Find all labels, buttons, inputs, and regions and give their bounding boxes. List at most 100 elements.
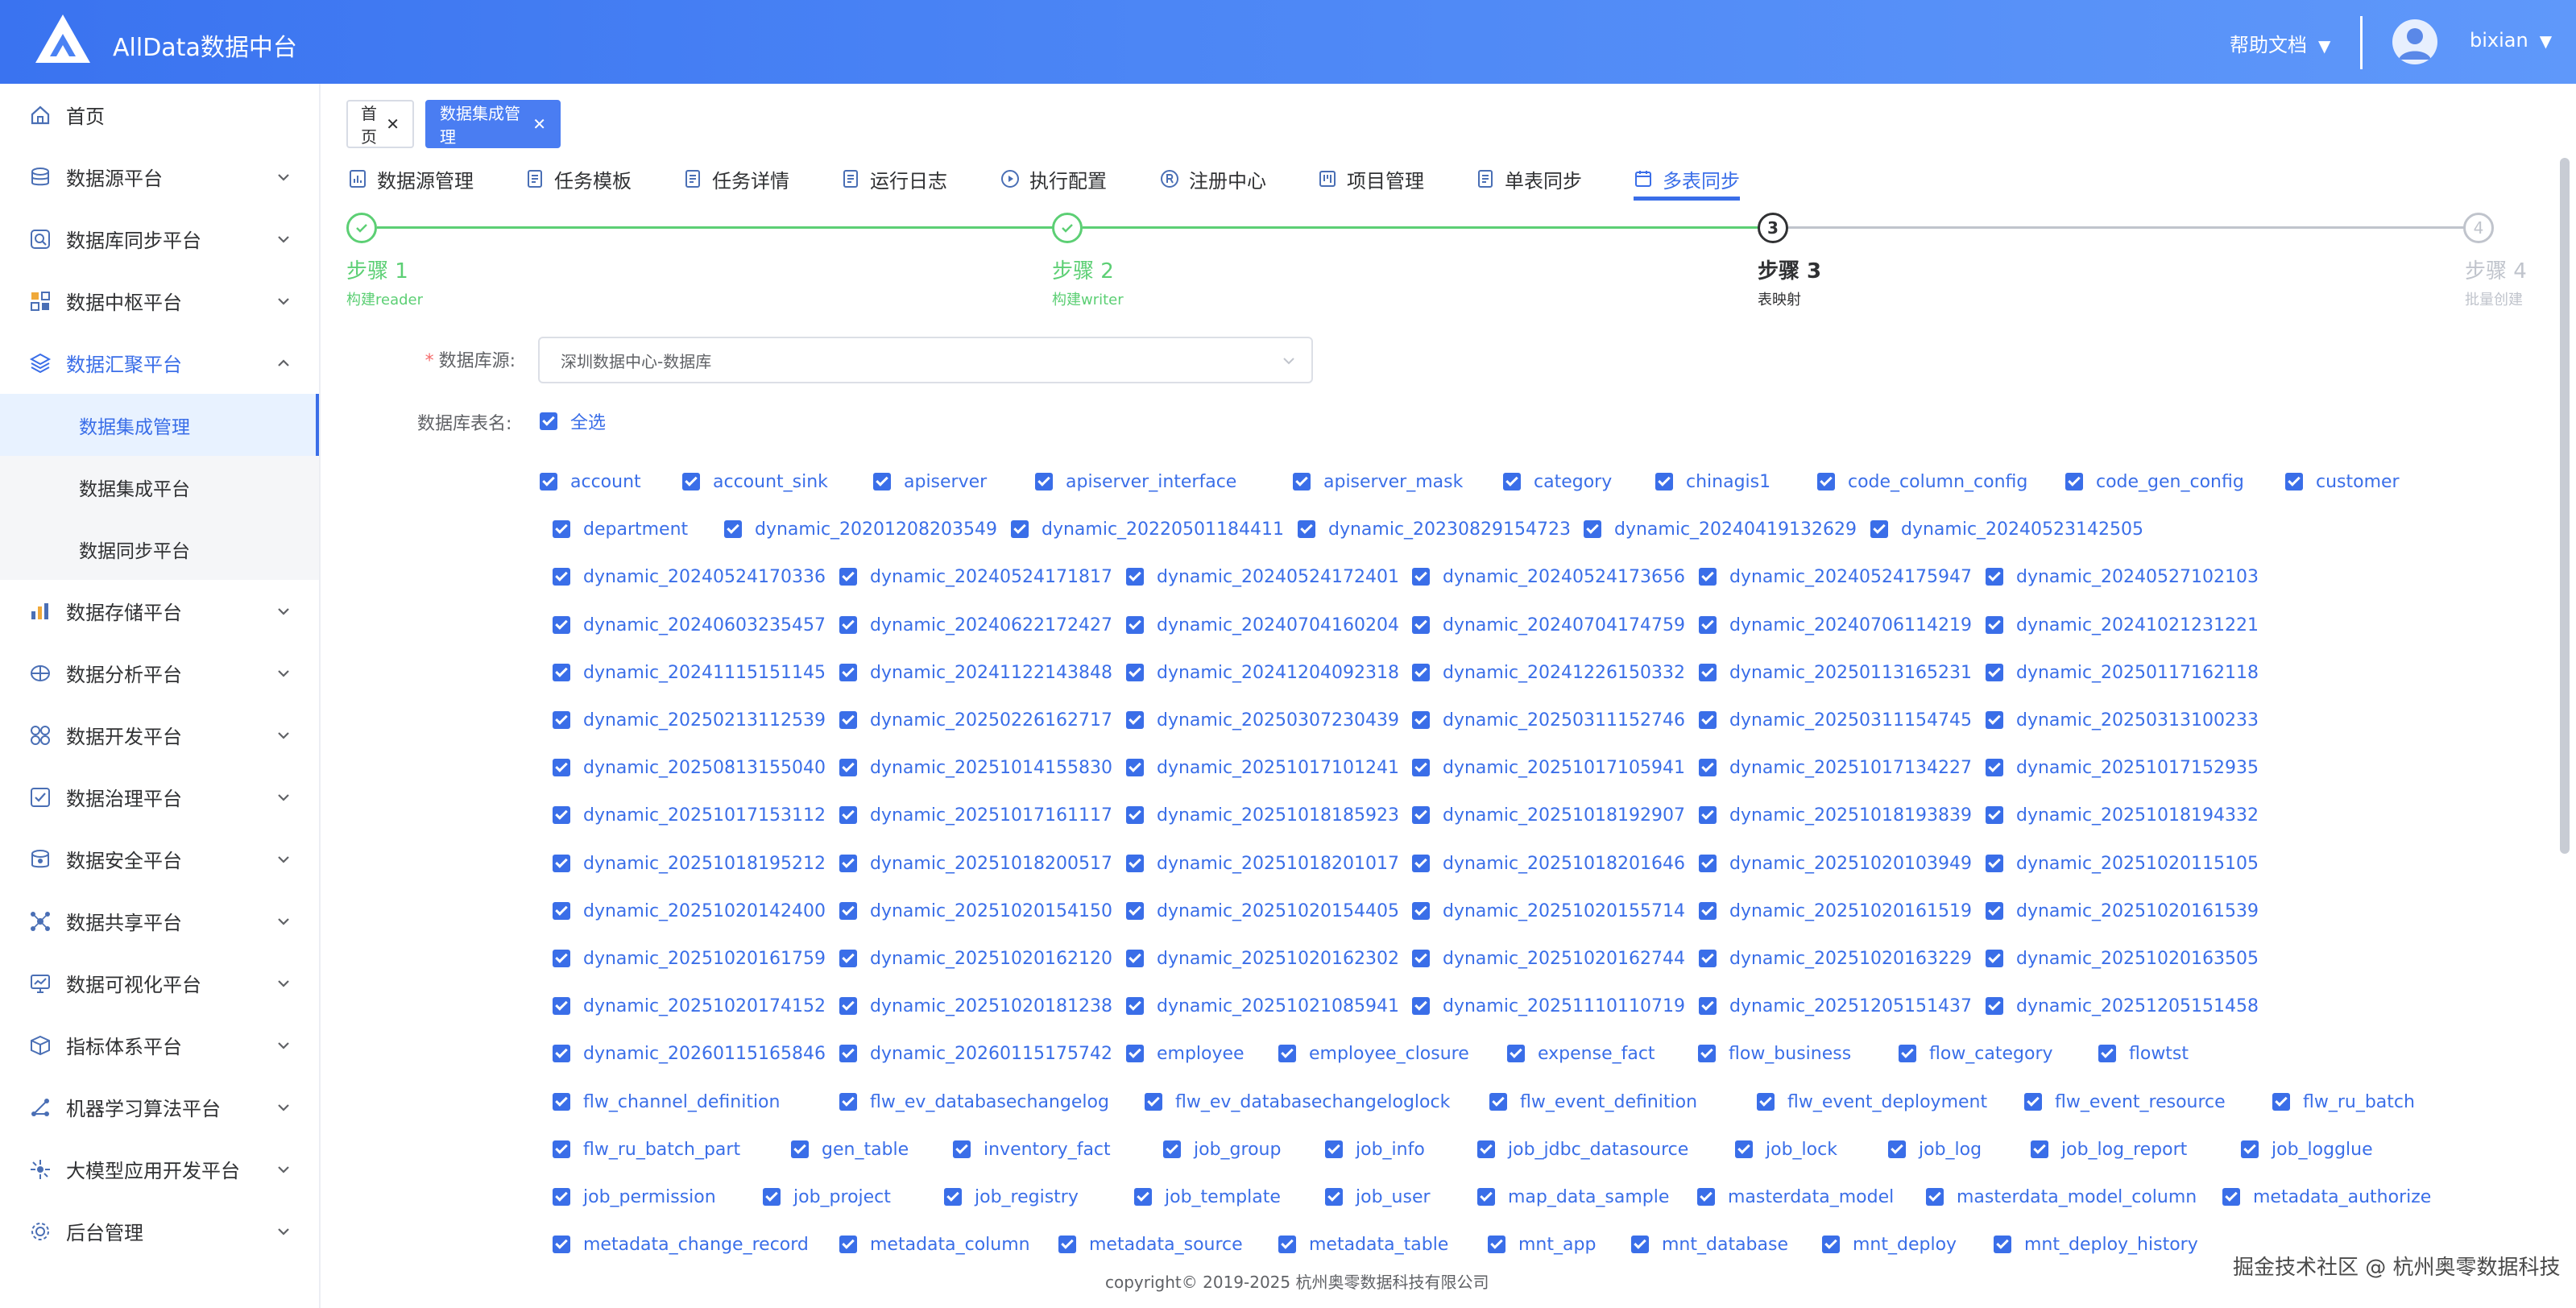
table-checkbox-item[interactable]: dynamic_20240419132629 bbox=[1584, 518, 1857, 540]
table-checkbox-item[interactable]: job_template bbox=[1134, 1186, 1281, 1208]
table-checkbox-item[interactable]: dynamic_20240704160204 bbox=[1126, 614, 1399, 636]
tag-integration-mgmt[interactable]: 数据集成管理 ✕ bbox=[425, 100, 561, 148]
table-checkbox-item[interactable]: dynamic_20251017101241 bbox=[1126, 756, 1399, 779]
sidebar-item-visualization[interactable]: 数据可视化平台 bbox=[0, 952, 319, 1014]
table-checkbox-item[interactable]: dynamic_20251018200517 bbox=[839, 852, 1112, 875]
table-checkbox-item[interactable]: dynamic_20250117162118 bbox=[1986, 661, 2259, 684]
table-checkbox-item[interactable]: dynamic_20251020162744 bbox=[1412, 947, 1685, 970]
table-checkbox-item[interactable]: dynamic_20251020103949 bbox=[1699, 852, 1972, 875]
sidebar-item-storage[interactable]: 数据存储平台 bbox=[0, 580, 319, 642]
table-checkbox-item[interactable]: code_column_config bbox=[1817, 470, 2027, 493]
table-checkbox-item[interactable]: metadata_authorize bbox=[2222, 1186, 2431, 1208]
table-checkbox-item[interactable]: mnt_deploy bbox=[1822, 1233, 1957, 1256]
table-checkbox-item[interactable]: dynamic_20250311154745 bbox=[1699, 709, 1972, 731]
table-checkbox-item[interactable]: dynamic_20251205151458 bbox=[1986, 995, 2259, 1017]
table-checkbox-item[interactable]: dynamic_20251020163229 bbox=[1699, 947, 1972, 970]
sidebar-item-machine-learning[interactable]: 机器学习算法平台 bbox=[0, 1076, 319, 1138]
table-checkbox-item[interactable]: dynamic_20251020161519 bbox=[1699, 900, 1972, 922]
table-checkbox-item[interactable]: apiserver bbox=[873, 470, 987, 493]
table-checkbox-item[interactable]: dynamic_20251020162120 bbox=[839, 947, 1112, 970]
table-checkbox-item[interactable]: flow_business bbox=[1698, 1042, 1851, 1065]
table-checkbox-item[interactable]: dynamic_20251020155714 bbox=[1412, 900, 1685, 922]
tag-home[interactable]: 首页 ✕ bbox=[346, 100, 414, 148]
select-all-checkbox[interactable]: 全选 bbox=[540, 410, 606, 433]
table-checkbox-item[interactable]: dynamic_20251020115105 bbox=[1986, 852, 2259, 875]
table-checkbox-item[interactable]: gen_table bbox=[791, 1138, 909, 1161]
table-checkbox-item[interactable]: metadata_source bbox=[1058, 1233, 1243, 1256]
table-checkbox-item[interactable]: dynamic_20250311152746 bbox=[1412, 709, 1685, 731]
table-checkbox-item[interactable]: dynamic_20241021231221 bbox=[1986, 614, 2259, 636]
table-checkbox-item[interactable]: dynamic_20251020142400 bbox=[553, 900, 826, 922]
tab-single-table-sync[interactable]: 单表同步 bbox=[1476, 163, 1582, 195]
sidebar-subitem-sync-platform[interactable]: 数据同步平台 bbox=[0, 518, 319, 580]
table-checkbox-item[interactable]: dynamic_20250226162717 bbox=[839, 709, 1112, 731]
table-checkbox-item[interactable]: dynamic_20251020154150 bbox=[839, 900, 1112, 922]
table-checkbox-item[interactable]: dynamic_20250313100233 bbox=[1986, 709, 2259, 731]
table-checkbox-item[interactable]: job_lock bbox=[1735, 1138, 1837, 1161]
tab-run-log[interactable]: 运行日志 bbox=[841, 163, 947, 195]
tab-datasource-mgmt[interactable]: 数据源管理 bbox=[348, 163, 474, 195]
sidebar-item-data-aggregation[interactable]: 数据汇聚平台 bbox=[0, 332, 319, 394]
table-checkbox-item[interactable]: job_group bbox=[1163, 1138, 1281, 1161]
table-checkbox-item[interactable]: dynamic_20240524172401 bbox=[1126, 565, 1399, 588]
table-checkbox-item[interactable]: dynamic_20250113165231 bbox=[1699, 661, 1972, 684]
table-checkbox-item[interactable]: dynamic_20241115151145 bbox=[553, 661, 826, 684]
sidebar-item-datasource[interactable]: 数据源平台 bbox=[0, 146, 319, 208]
table-checkbox-item[interactable]: dynamic_20251020181238 bbox=[839, 995, 1112, 1017]
table-checkbox-item[interactable]: dynamic_20240622172427 bbox=[839, 614, 1112, 636]
table-checkbox-item[interactable]: flowtst bbox=[2098, 1042, 2189, 1065]
table-checkbox-item[interactable]: job_log bbox=[1888, 1138, 1982, 1161]
table-checkbox-item[interactable]: dynamic_20251017134227 bbox=[1699, 756, 1972, 779]
table-checkbox-item[interactable]: flw_event_deployment bbox=[1757, 1091, 1987, 1113]
close-icon[interactable]: ✕ bbox=[386, 114, 400, 134]
table-checkbox-item[interactable]: flw_ru_batch_part bbox=[553, 1138, 740, 1161]
table-checkbox-item[interactable]: dynamic_20251017152935 bbox=[1986, 756, 2259, 779]
table-checkbox-item[interactable]: dynamic_20251017105941 bbox=[1412, 756, 1685, 779]
table-checkbox-item[interactable]: apiserver_mask bbox=[1293, 470, 1463, 493]
table-checkbox-item[interactable]: job_logglue bbox=[2241, 1138, 2373, 1161]
table-checkbox-item[interactable]: account bbox=[540, 470, 641, 493]
table-checkbox-item[interactable]: flow_category bbox=[1899, 1042, 2053, 1065]
table-checkbox-item[interactable]: dynamic_20240527102103 bbox=[1986, 565, 2259, 588]
table-checkbox-item[interactable]: dynamic_20240706114219 bbox=[1699, 614, 1972, 636]
table-checkbox-item[interactable]: account_sink bbox=[682, 470, 828, 493]
table-checkbox-item[interactable]: inventory_fact bbox=[953, 1138, 1111, 1161]
table-checkbox-item[interactable]: masterdata_model_column bbox=[1926, 1186, 2197, 1208]
table-checkbox-item[interactable]: dynamic_20240524171817 bbox=[839, 565, 1112, 588]
table-checkbox-item[interactable]: job_registry bbox=[944, 1186, 1079, 1208]
table-checkbox-item[interactable]: dynamic_20241204092318 bbox=[1126, 661, 1399, 684]
table-checkbox-item[interactable]: dynamic_20241122143848 bbox=[839, 661, 1112, 684]
table-checkbox-item[interactable]: dynamic_20240523142505 bbox=[1870, 518, 2143, 540]
table-checkbox-item[interactable]: dynamic_20260115175742 bbox=[839, 1042, 1112, 1065]
table-checkbox-item[interactable]: flw_ru_batch bbox=[2272, 1091, 2415, 1113]
tab-task-template[interactable]: 任务模板 bbox=[525, 163, 632, 195]
table-checkbox-item[interactable]: apiserver_interface bbox=[1035, 470, 1236, 493]
table-checkbox-item[interactable]: dynamic_20251020161539 bbox=[1986, 900, 2259, 922]
sidebar-item-governance[interactable]: 数据治理平台 bbox=[0, 766, 319, 828]
table-checkbox-item[interactable]: dynamic_20251018195212 bbox=[553, 852, 826, 875]
sidebar-item-db-sync[interactable]: 数据库同步平台 bbox=[0, 208, 319, 270]
user-menu[interactable]: bixian ▼ bbox=[2470, 29, 2552, 52]
tab-task-detail[interactable]: 任务详情 bbox=[683, 163, 789, 195]
table-checkbox-item[interactable]: dynamic_20251020154405 bbox=[1126, 900, 1399, 922]
sidebar-subitem-integration-mgmt[interactable]: 数据集成管理 bbox=[0, 394, 319, 456]
table-checkbox-item[interactable]: dynamic_20251205151437 bbox=[1699, 995, 1972, 1017]
datasource-select[interactable]: 深圳数据中心-数据库 bbox=[538, 337, 1313, 383]
help-docs-menu[interactable]: 帮助文档 ▼ bbox=[2230, 29, 2330, 57]
table-checkbox-item[interactable]: mnt_app bbox=[1488, 1233, 1596, 1256]
table-checkbox-item[interactable]: flw_event_definition bbox=[1489, 1091, 1697, 1113]
sidebar-item-data-hub[interactable]: 数据中枢平台 bbox=[0, 270, 319, 332]
scrollbar-thumb[interactable] bbox=[2560, 158, 2570, 854]
table-checkbox-item[interactable]: employee bbox=[1126, 1042, 1245, 1065]
sidebar-item-metrics[interactable]: 指标体系平台 bbox=[0, 1014, 319, 1076]
table-checkbox-item[interactable]: mnt_database bbox=[1631, 1233, 1788, 1256]
table-checkbox-item[interactable]: dynamic_20251020161759 bbox=[553, 947, 826, 970]
sidebar-item-development[interactable]: 数据开发平台 bbox=[0, 704, 319, 766]
table-checkbox-item[interactable]: job_project bbox=[763, 1186, 891, 1208]
table-checkbox-item[interactable]: dynamic_20260115165846 bbox=[553, 1042, 826, 1065]
table-checkbox-item[interactable]: dynamic_20251018194332 bbox=[1986, 804, 2259, 826]
table-checkbox-item[interactable]: job_user bbox=[1325, 1186, 1431, 1208]
sidebar-item-admin[interactable]: 后台管理 bbox=[0, 1200, 319, 1262]
table-checkbox-item[interactable]: category bbox=[1503, 470, 1612, 493]
table-checkbox-item[interactable]: dynamic_20201208203549 bbox=[724, 518, 997, 540]
